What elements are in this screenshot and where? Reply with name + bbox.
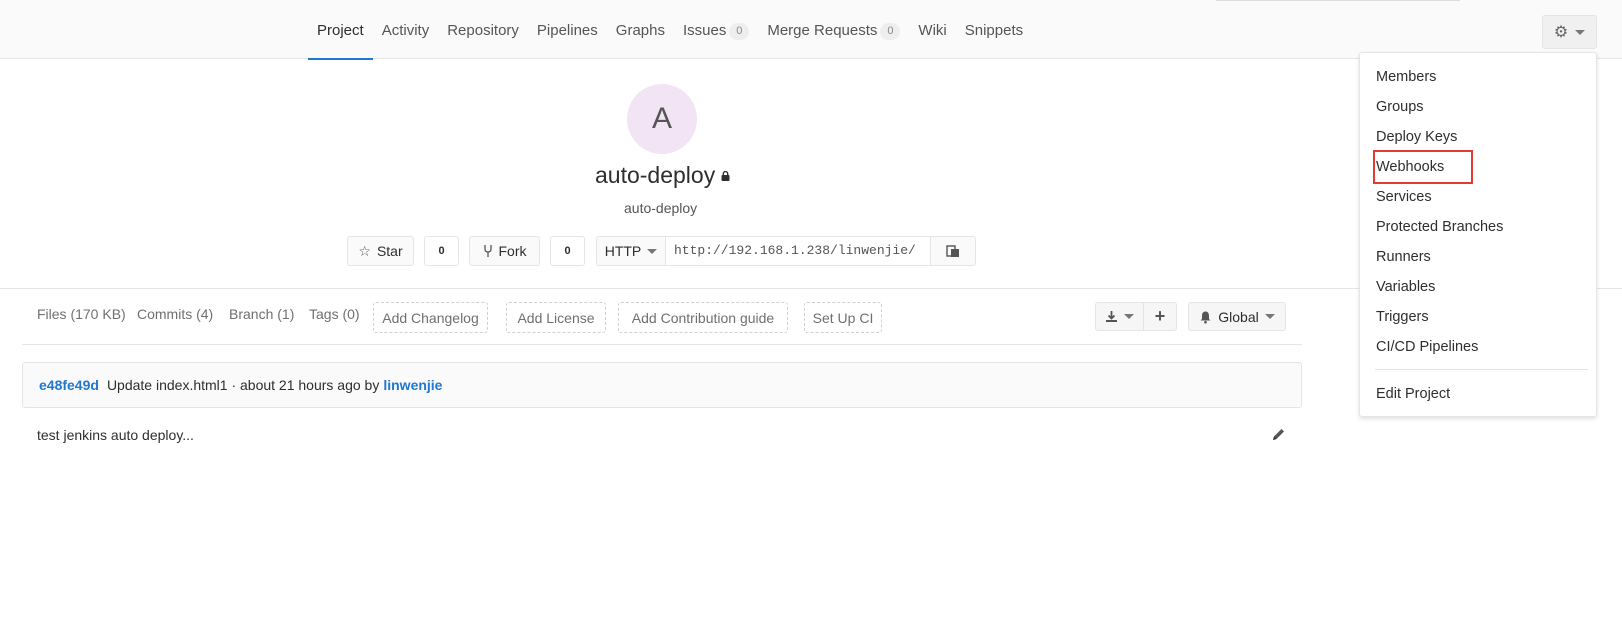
menu-item-ci-cd-pipelines[interactable]: CI/CD Pipelines bbox=[1375, 336, 1479, 358]
tab-label: Snippets bbox=[964, 22, 1024, 39]
commit-message: Update index.html1 · about 21 hours ago … bbox=[106, 377, 380, 393]
menu-divider bbox=[1375, 369, 1588, 370]
tab-project[interactable]: Project bbox=[308, 0, 373, 60]
tab-merge-requests[interactable]: Merge Requests 0 bbox=[758, 0, 909, 59]
fork-icon bbox=[483, 245, 492, 257]
project-title: auto-deploy bbox=[595, 162, 716, 188]
search-field-edge bbox=[1216, 0, 1460, 1]
project-avatar: A bbox=[627, 84, 697, 154]
tags-link[interactable]: Tags (0) bbox=[309, 306, 360, 322]
menu-item-services[interactable]: Services bbox=[1375, 186, 1433, 208]
menu-item-edit-project[interactable]: Edit Project bbox=[1375, 383, 1451, 405]
tab-wiki[interactable]: Wiki bbox=[909, 0, 955, 59]
menu-item-members[interactable]: Members bbox=[1375, 66, 1437, 88]
tab-repository[interactable]: Repository bbox=[438, 0, 528, 59]
set-up-ci-button[interactable]: Set Up CI bbox=[804, 302, 882, 333]
download-icon bbox=[1106, 311, 1117, 322]
settings-dropdown-button[interactable]: ⚙ bbox=[1542, 15, 1597, 49]
merge-requests-count-badge: 0 bbox=[880, 23, 901, 40]
star-count[interactable]: 0 bbox=[424, 236, 459, 266]
files-link[interactable]: Files (170 KB) bbox=[37, 306, 126, 322]
clone-url-input[interactable]: http://192.168.1.238/linwenjie/ bbox=[666, 236, 932, 266]
stats-divider bbox=[22, 344, 1302, 345]
fork-count[interactable]: 0 bbox=[550, 236, 585, 266]
add-new-file-button[interactable]: + bbox=[1143, 302, 1177, 331]
tab-graphs[interactable]: Graphs bbox=[607, 0, 674, 59]
chevron-down-icon bbox=[1575, 29, 1586, 35]
chevron-down-icon bbox=[647, 248, 658, 254]
tab-label: Wiki bbox=[918, 22, 947, 39]
tab-label: Activity bbox=[381, 22, 430, 39]
protocol-dropdown[interactable]: HTTP bbox=[596, 236, 666, 266]
plus-icon: + bbox=[1154, 306, 1166, 326]
tab-label: Issues bbox=[682, 22, 727, 39]
commit-sha-link[interactable]: e48fe49d bbox=[39, 377, 99, 393]
notification-level-label: Global bbox=[1218, 308, 1259, 325]
nav-tabs: Project Activity Repository Pipelines Gr… bbox=[308, 0, 1032, 60]
tab-label: Repository bbox=[447, 22, 519, 39]
download-dropdown-button[interactable] bbox=[1095, 302, 1144, 331]
readme-text: test jenkins auto deploy... bbox=[37, 427, 194, 443]
clipboard-icon bbox=[946, 245, 959, 257]
tab-issues[interactable]: Issues 0 bbox=[674, 0, 758, 59]
menu-item-protected-branches[interactable]: Protected Branches bbox=[1375, 216, 1504, 238]
add-contribution-guide-button[interactable]: Add Contribution guide bbox=[618, 302, 788, 333]
add-changelog-button[interactable]: Add Changelog bbox=[373, 302, 488, 333]
star-button[interactable]: ☆ Star bbox=[347, 236, 414, 266]
gear-icon: ⚙ bbox=[1553, 24, 1569, 41]
last-commit-panel: e48fe49d Update index.html1 · about 21 h… bbox=[22, 362, 1302, 408]
star-label: Star bbox=[376, 243, 403, 259]
copy-url-button[interactable] bbox=[930, 236, 976, 266]
menu-item-triggers[interactable]: Triggers bbox=[1375, 306, 1430, 328]
commit-author-link[interactable]: linwenjie bbox=[383, 377, 442, 393]
tab-snippets[interactable]: Snippets bbox=[956, 0, 1032, 59]
bell-icon bbox=[1200, 311, 1211, 323]
protocol-label: HTTP bbox=[604, 243, 642, 259]
tab-label: Merge Requests bbox=[767, 22, 878, 39]
commits-link[interactable]: Commits (4) bbox=[137, 306, 213, 322]
issues-count-badge: 0 bbox=[729, 23, 750, 40]
add-license-button[interactable]: Add License bbox=[506, 302, 606, 333]
lock-icon bbox=[721, 171, 730, 181]
project-description: auto-deploy bbox=[624, 200, 698, 216]
tab-label: Project bbox=[317, 22, 364, 39]
chevron-down-icon bbox=[1124, 314, 1134, 319]
pencil-icon[interactable] bbox=[1271, 427, 1286, 442]
settings-menu: Members Groups Deploy Keys Webhooks Serv… bbox=[1359, 52, 1597, 417]
branch-link[interactable]: Branch (1) bbox=[229, 306, 294, 322]
project-nav: Project Activity Repository Pipelines Gr… bbox=[0, 0, 1622, 60]
menu-item-runners[interactable]: Runners bbox=[1375, 246, 1432, 268]
tab-label: Pipelines bbox=[536, 22, 598, 39]
chevron-down-icon bbox=[1264, 314, 1275, 319]
fork-button[interactable]: Fork bbox=[469, 236, 540, 266]
menu-item-groups[interactable]: Groups bbox=[1375, 96, 1425, 118]
menu-item-variables[interactable]: Variables bbox=[1375, 276, 1436, 298]
notification-level-dropdown[interactable]: Global bbox=[1188, 302, 1286, 331]
fork-label: Fork bbox=[498, 243, 527, 259]
menu-item-webhooks[interactable]: Webhooks bbox=[1372, 150, 1474, 184]
tab-pipelines[interactable]: Pipelines bbox=[528, 0, 607, 59]
menu-item-deploy-keys[interactable]: Deploy Keys bbox=[1375, 126, 1458, 148]
tab-label: Graphs bbox=[615, 22, 665, 39]
star-icon: ☆ bbox=[358, 242, 371, 259]
tab-activity[interactable]: Activity bbox=[373, 0, 439, 59]
